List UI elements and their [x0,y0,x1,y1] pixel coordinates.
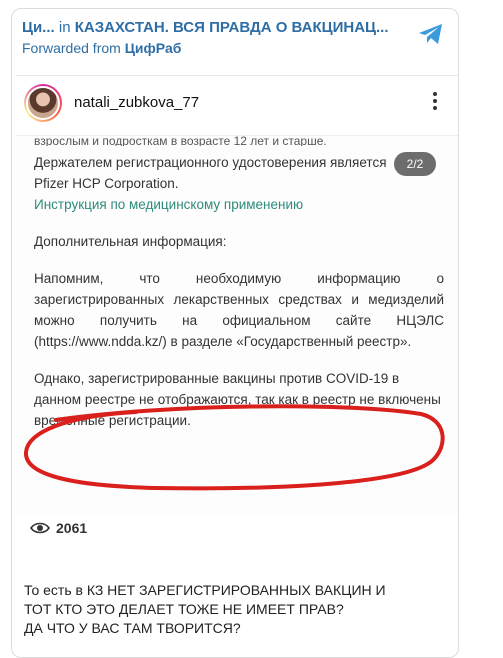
red-circle-annotation [24,404,445,491]
views-count: 2061 [56,520,88,536]
post-image[interactable]: взрослым и подросткам в возрасте 12 лет … [16,136,458,516]
group-name[interactable]: КАЗАХСТАН. ВСЯ ПРАВДА О ВАКЦИНАЦ... [75,19,389,36]
message-header: Ци... in КАЗАХСТАН. ВСЯ ПРАВДА О ВАКЦИНА… [22,19,422,56]
doc-instruction-link: Инструкция по медицинскому применению [34,197,304,212]
doc-additional-info: Дополнительная информация: [34,234,227,249]
document-text: взрослым и подросткам в возрасте 12 лет … [34,136,444,431]
forwarded-source[interactable]: ЦифРаб [125,40,182,56]
doc-reminder: Напомним, что необходимую информацию о з… [34,271,444,349]
more-vertical-icon[interactable] [432,92,438,114]
channel-name[interactable]: Ци... [22,19,55,36]
views-counter: 2061 [30,520,87,536]
image-counter: 2/2 [394,152,436,176]
channel-line[interactable]: Ци... in КАЗАХСТАН. ВСЯ ПРАВДА О ВАКЦИНА… [22,19,422,36]
instagram-post-header: natali_zubkova_77 [16,76,458,136]
doc-holder-line: Держателем регистрационного удостоверени… [34,155,387,170]
forwarded-line[interactable]: Forwarded from ЦифРаб [22,40,422,56]
message-caption: То есть в КЗ НЕТ ЗАРЕГИСТРИРОВАННЫХ ВАКЦ… [24,581,454,638]
forwarded-prefix: Forwarded from [22,40,121,56]
avatar[interactable] [24,84,62,122]
username[interactable]: natali_zubkova_77 [74,94,199,111]
in-label: in [58,19,71,36]
doc-cut-line: взрослым и подросткам в возрасте 12 лет … [34,136,327,146]
telegram-message-card: Ци... in КАЗАХСТАН. ВСЯ ПРАВДА О ВАКЦИНА… [11,8,459,658]
caption-line-1: То есть в КЗ НЕТ ЗАРЕГИСТРИРОВАННЫХ ВАКЦ… [24,582,386,598]
eye-icon [30,522,50,534]
telegram-icon[interactable] [418,23,444,45]
doc-holder-name: Pfizer HCP Corporation. [34,176,179,191]
instagram-embed: natali_zubkova_77 взрослым и подросткам … [16,75,458,575]
caption-line-2: ТОТ КТО ЭТО ДЕЛАЕТ ТОЖЕ НЕ ИМЕЕТ ПРАВ? [24,601,344,617]
caption-line-3: ДА ЧТО У ВАС ТАМ ТВОРИТСЯ? [24,620,241,636]
